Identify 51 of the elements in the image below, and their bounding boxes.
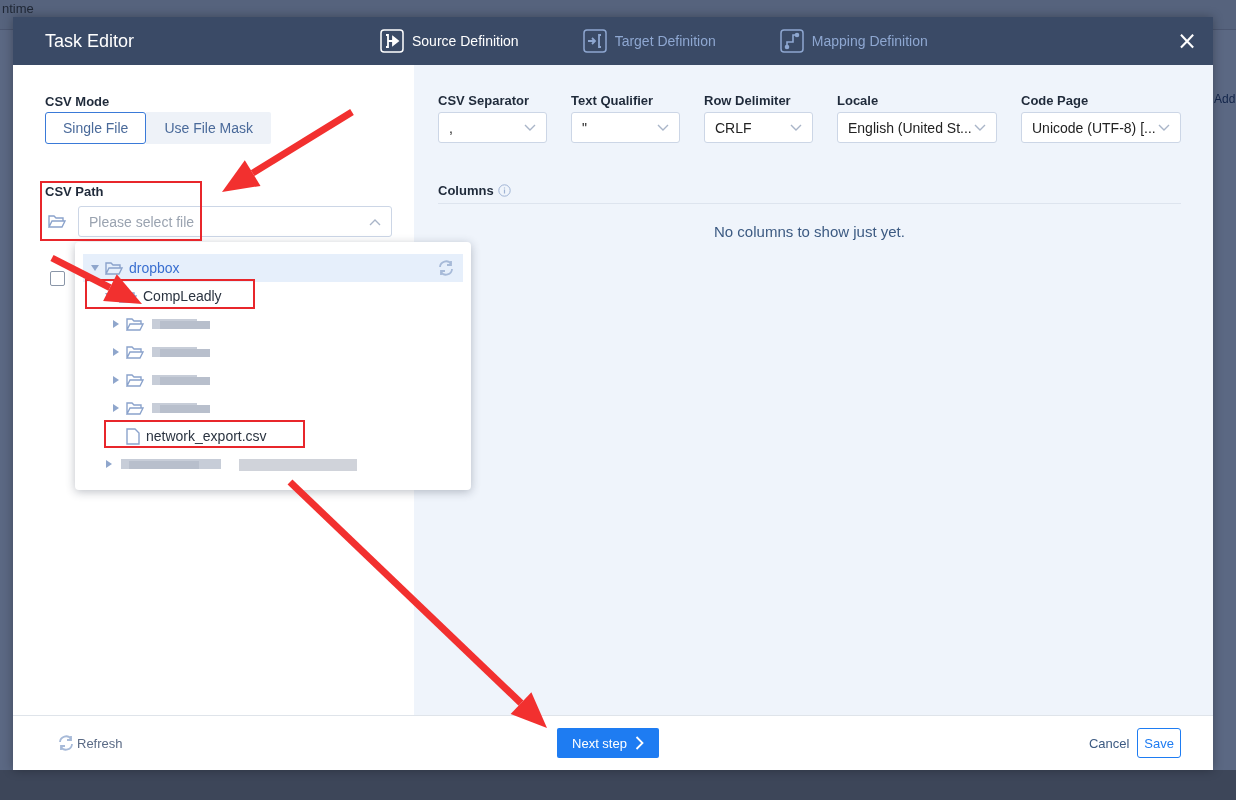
next-step-button[interactable]: Next step <box>557 728 659 758</box>
field-label: Locale <box>837 93 880 108</box>
tree-item[interactable]: network_export.csv <box>83 422 463 450</box>
empty-message: No columns to show just yet. <box>714 223 905 240</box>
checkbox[interactable] <box>50 271 65 286</box>
mapping-icon <box>779 29 804 53</box>
close-button[interactable]: × <box>1176 29 1197 53</box>
info-icon <box>497 184 511 197</box>
refresh-icon <box>57 735 75 751</box>
dropdown[interactable]: Unicode (UTF-8) [... <box>1021 112 1181 143</box>
chevron-down-icon <box>1158 123 1170 132</box>
folder-icon <box>126 316 144 332</box>
field-label: Row Delimiter <box>704 93 792 108</box>
tree-item[interactable]: dropbox <box>83 254 463 282</box>
background-text: ntime <box>2 1 34 16</box>
refresh-icon[interactable] <box>437 260 455 276</box>
file-select[interactable]: Please select file <box>89 213 349 230</box>
field-label: Code Page <box>1021 93 1090 108</box>
chevron-up-icon <box>369 217 381 226</box>
chevron-down-icon <box>524 123 536 132</box>
arrow-bracket-icon <box>380 29 404 53</box>
step-tab[interactable]: Source Definition <box>380 29 519 53</box>
refresh-button[interactable]: Refresh <box>57 735 123 751</box>
step-tab[interactable]: Mapping Definition <box>779 29 928 53</box>
mode-toggle[interactable]: Use File Mask <box>146 112 272 144</box>
dialog-title: Task Editor <box>45 30 136 52</box>
mode-toggle[interactable]: Single File <box>45 112 147 144</box>
folder-icon <box>126 400 144 416</box>
dropdown[interactable]: CRLF <box>704 112 813 143</box>
save-button[interactable]: Save <box>1137 728 1181 758</box>
field-label: CSV Separator <box>438 93 531 108</box>
section-label: Columns <box>438 183 494 198</box>
file-select-field[interactable]: Please select file <box>78 206 392 237</box>
file-icon <box>126 427 140 445</box>
chevron-down-icon <box>974 123 986 132</box>
field-label: CSV Mode <box>45 94 110 109</box>
arrow-bracket-icon <box>582 29 607 53</box>
folder-icon <box>48 214 66 229</box>
field-label: Text Qualifier <box>571 93 655 108</box>
cancel-button[interactable]: Cancel <box>1088 735 1130 751</box>
chevron-down-icon <box>657 123 669 132</box>
chevron-down-icon <box>790 123 802 132</box>
field-label: CSV Path <box>45 184 104 199</box>
dropdown[interactable]: " <box>571 112 680 143</box>
step-tab[interactable]: Target Definition <box>582 29 716 53</box>
folder-icon <box>126 344 144 360</box>
chevron-right-icon <box>634 736 644 750</box>
folder-icon <box>105 260 123 276</box>
folder-icon <box>126 372 144 388</box>
dropdown[interactable]: English (United St... <box>837 112 997 143</box>
dropdown[interactable]: , <box>438 112 547 143</box>
